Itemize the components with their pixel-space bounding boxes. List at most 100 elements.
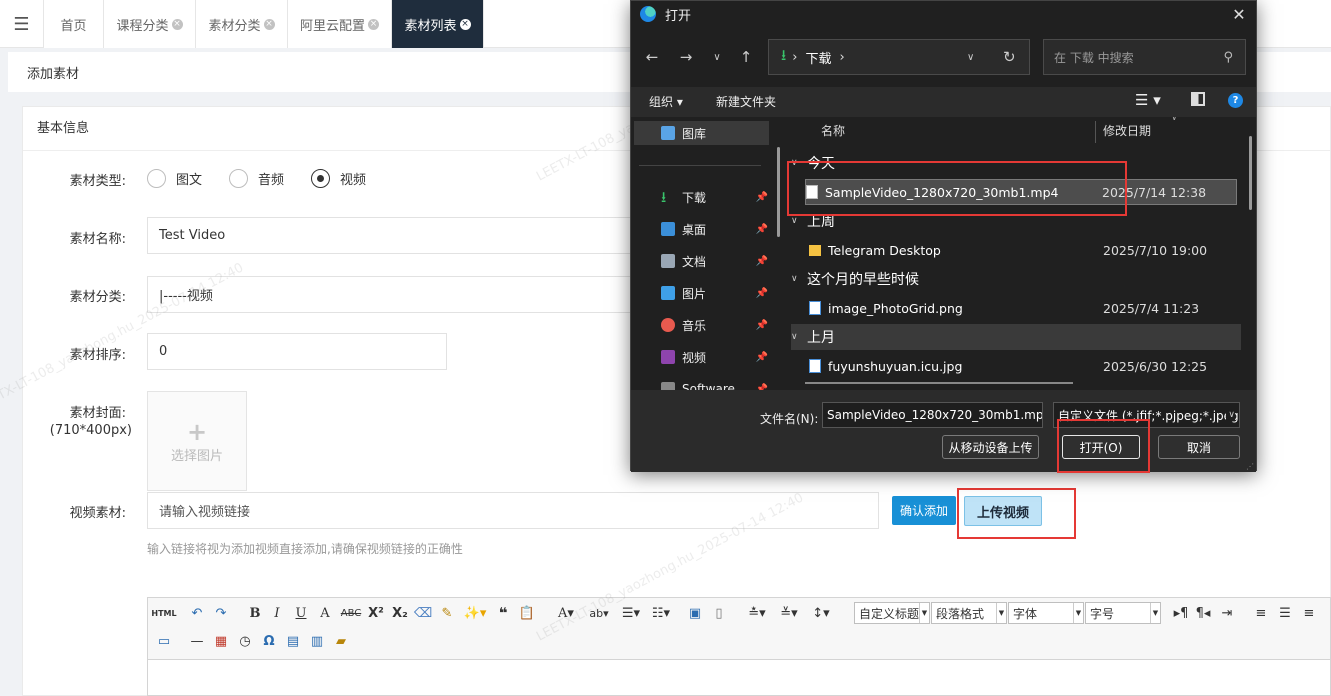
search-icon: ⚲	[1223, 49, 1233, 65]
material-category-select[interactable]: |-----视频	[147, 276, 637, 313]
tab-aliyun-config[interactable]: 阿里云配置 ×	[288, 0, 392, 48]
search-input[interactable]: 在 下载 中搜索 ⚲	[1043, 39, 1246, 75]
line-height-icon[interactable]: ↕▾	[808, 603, 834, 623]
refresh-icon[interactable]: ↻	[1003, 48, 1016, 66]
tab-home[interactable]: 首页	[44, 0, 104, 48]
video-url-input[interactable]: 请输入视频链接	[147, 492, 879, 529]
font-family-select[interactable]: 字体 ▼	[1008, 602, 1084, 624]
file-row-photogrid[interactable]: image_PhotoGrid.png 2025/7/4 11:23	[809, 295, 1241, 321]
rich-text-editor[interactable]: HTML ↶ ↷ B I U A ABC X² X₂ ⌫ ✎ ✨▾ ❝ 📋 A▾…	[147, 597, 1331, 696]
column-header-name[interactable]: 名称	[821, 117, 845, 145]
help-icon[interactable]: ?	[1228, 93, 1243, 108]
row-spacing-top-icon[interactable]: ≛▾	[744, 603, 770, 623]
word-image-icon[interactable]: ▥	[308, 631, 326, 651]
background-color-icon[interactable]: ab▾	[584, 603, 614, 623]
horizontal-rule-icon[interactable]: —	[188, 631, 206, 651]
underline-icon[interactable]: U	[292, 603, 310, 623]
resize-grip-icon[interactable]: ⋰	[1246, 462, 1254, 471]
tab-material-category[interactable]: 素材分类 ×	[196, 0, 288, 48]
strikethrough-icon[interactable]: ABC	[340, 603, 362, 623]
blockquote-icon[interactable]: ❝	[494, 603, 512, 623]
close-icon[interactable]: ×	[171, 18, 183, 30]
close-icon[interactable]: ×	[368, 18, 379, 30]
group-header-last-month[interactable]: ∨ 上月	[791, 324, 1241, 350]
preview-pane-icon[interactable]	[1191, 92, 1205, 106]
sidebar-item-gallery[interactable]: 图库	[634, 121, 769, 145]
ltr-icon[interactable]: ▸¶	[1172, 603, 1190, 623]
close-icon[interactable]: ×	[263, 18, 275, 30]
material-sort-input[interactable]: 0	[147, 333, 447, 370]
column-header-modified[interactable]: 修改日期	[1103, 117, 1151, 145]
align-justify-icon[interactable]: ▭	[152, 631, 176, 651]
eraser-icon[interactable]: ⌫	[414, 603, 432, 623]
cover-upload-box[interactable]: + 选择图片	[147, 391, 247, 491]
radio-audio[interactable]: 音频	[229, 169, 284, 188]
redo-icon[interactable]: ↷	[212, 603, 230, 623]
ordered-list-icon[interactable]: ☰▾	[618, 603, 644, 623]
paste-plain-icon[interactable]: 📋	[518, 603, 536, 623]
back-arrow-icon[interactable]: ←	[641, 46, 663, 68]
image-icon[interactable]: ▤	[284, 631, 302, 651]
bold-icon[interactable]: B	[246, 603, 264, 623]
font-color-icon[interactable]: A▾	[552, 603, 580, 623]
up-arrow-icon[interactable]: ↑	[735, 46, 757, 68]
tab-material-list[interactable]: 素材列表 ×	[392, 0, 484, 48]
auto-format-icon[interactable]: ✨▾	[462, 603, 488, 623]
indent-icon[interactable]: ⇥	[1218, 603, 1236, 623]
radio-video[interactable]: 视频	[311, 169, 366, 188]
subscript-icon[interactable]: X₂	[390, 603, 410, 623]
date-icon[interactable]: ▦	[212, 631, 230, 651]
time-icon[interactable]: ◷	[236, 631, 254, 651]
file-row-telegram[interactable]: Telegram Desktop 2025/7/10 19:00	[809, 237, 1241, 263]
paragraph-format-select[interactable]: 段落格式 ▼	[931, 602, 1007, 624]
sidebar-scrollbar[interactable]	[777, 147, 780, 237]
material-name-input[interactable]: Test Video	[147, 217, 637, 254]
select-all-icon[interactable]: ▣	[686, 603, 704, 623]
undo-icon[interactable]: ↶	[188, 603, 206, 623]
unordered-list-icon[interactable]: ☷▾	[648, 603, 674, 623]
forward-arrow-icon[interactable]: →	[675, 46, 697, 68]
address-bar[interactable]: ⭳ › 下载 › ∨ ↻	[768, 39, 1030, 75]
align-right-icon[interactable]: ≡	[1300, 603, 1318, 623]
chevron-down-icon[interactable]: ∨	[967, 52, 974, 63]
special-char-icon[interactable]: Ω	[260, 631, 278, 651]
close-icon[interactable]: ×	[459, 18, 471, 30]
font-border-icon[interactable]: A	[316, 603, 334, 623]
material-sort-label: 素材排序:	[69, 348, 126, 363]
upload-from-mobile-button[interactable]: 从移动设备上传	[942, 435, 1039, 459]
italic-icon[interactable]: I	[268, 603, 286, 623]
list-scrollbar[interactable]	[1249, 136, 1252, 210]
tab-course-category[interactable]: 课程分类 ×	[104, 0, 196, 48]
file-row-fuyunshuyuan[interactable]: fuyunshuyuan.icu.jpg 2025/6/30 12:25	[809, 353, 1241, 379]
sidebar-item-software[interactable]: Software 📌	[661, 377, 776, 390]
cancel-button[interactable]: 取消	[1158, 435, 1240, 459]
sidebar-item-videos[interactable]: 视频 📌	[661, 345, 776, 369]
template-icon[interactable]: ▰	[332, 631, 350, 651]
align-center-icon[interactable]: ☰	[1276, 603, 1294, 623]
close-icon[interactable]: ✕	[1228, 3, 1250, 25]
superscript-icon[interactable]: X²	[366, 603, 386, 623]
view-options-icon[interactable]: ☰ ▾	[1135, 91, 1161, 109]
custom-title-select[interactable]: 自定义标题 ▼	[854, 602, 930, 624]
sidebar-item-documents[interactable]: 文档 📌	[661, 249, 776, 273]
group-header-earlier-this-month[interactable]: ∨ 这个月的早些时候	[791, 266, 1241, 292]
html-source-icon[interactable]: HTML	[151, 603, 176, 623]
sidebar-item-music[interactable]: 音乐 📌	[661, 313, 776, 337]
new-folder-button[interactable]: 新建文件夹	[716, 93, 776, 110]
sidebar-item-pictures[interactable]: 图片 📌	[661, 281, 776, 305]
organize-button[interactable]: 组织 ▾	[649, 93, 683, 110]
chevron-down-icon[interactable]: ∨	[706, 46, 728, 68]
radio-image-text[interactable]: 图文	[147, 169, 202, 188]
align-left-icon[interactable]: ≡	[1252, 603, 1270, 623]
format-brush-icon[interactable]: ✎	[438, 603, 456, 623]
rtl-icon[interactable]: ¶◂	[1194, 603, 1212, 623]
menu-toggle-icon[interactable]: ☰	[0, 0, 44, 48]
font-size-select[interactable]: 字号 ▼	[1085, 602, 1161, 624]
filename-input[interactable]: SampleVideo_1280x720_30mb1.mp4	[822, 402, 1043, 428]
sidebar-item-desktop[interactable]: 桌面 📌	[661, 217, 776, 241]
sidebar-item-downloads[interactable]: ⭳ 下载 📌	[661, 185, 776, 209]
row-spacing-bottom-icon[interactable]: ≚▾	[776, 603, 802, 623]
confirm-add-button[interactable]: 确认添加	[892, 496, 956, 525]
horizontal-scrollbar[interactable]	[805, 382, 1073, 384]
clear-doc-icon[interactable]: ▯	[710, 603, 728, 623]
